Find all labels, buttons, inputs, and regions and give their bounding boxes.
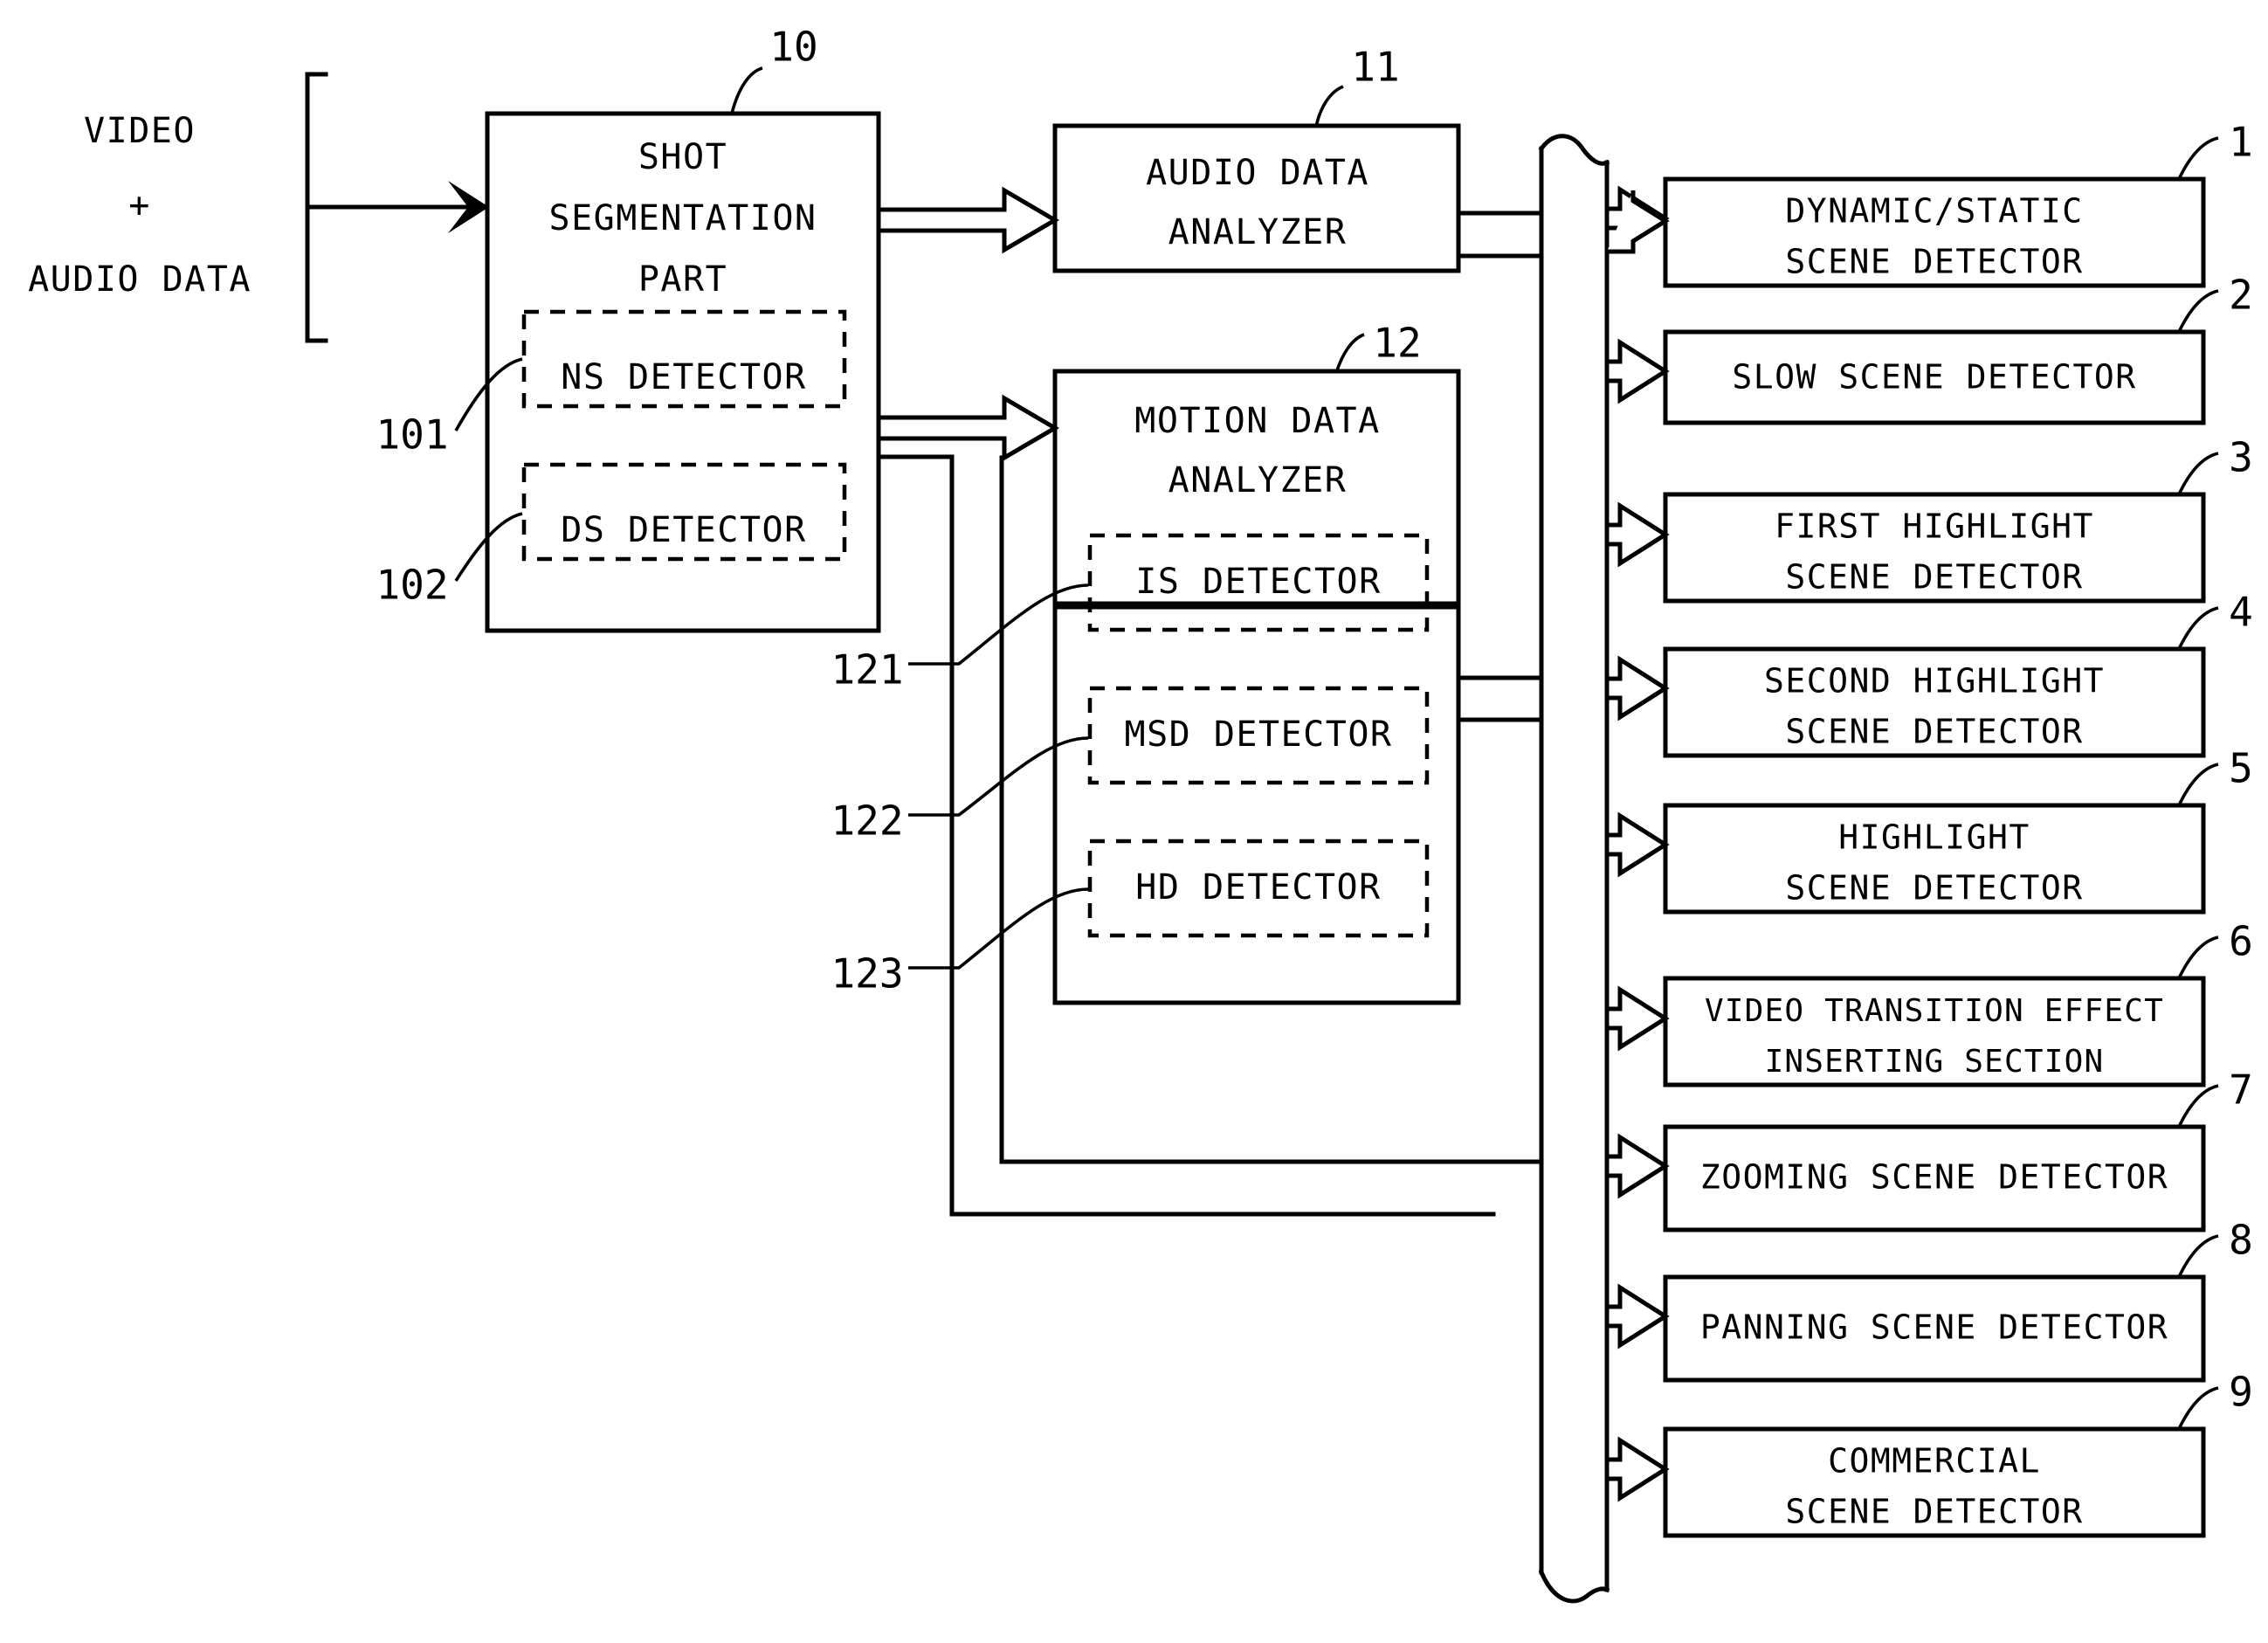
motion-data-analyzer-box bbox=[1052, 369, 1461, 606]
dynamic-static-scene-detector-box bbox=[1663, 176, 2206, 288]
arrow-shotseg-to-motion bbox=[876, 394, 1059, 462]
patent-figure-canvas: VIDEO + AUDIO DATA SHOT SEGMENTATION PAR… bbox=[0, 0, 2268, 1643]
slow-scene-detector-box bbox=[1663, 329, 2206, 425]
detector-group-9 bbox=[1604, 1386, 2219, 1538]
ds-detector-box bbox=[521, 462, 847, 562]
detector-group-3 bbox=[1604, 452, 2219, 604]
detector-group-7 bbox=[1604, 1084, 2219, 1232]
ref-leader-123 bbox=[908, 887, 1089, 970]
video-transition-effect-inserting-section-box bbox=[1663, 976, 2206, 1087]
arrow-shotseg-to-audio bbox=[876, 186, 1059, 254]
ref-leader-122 bbox=[908, 736, 1089, 817]
analyzer-output-stubs bbox=[1456, 211, 1544, 722]
highlight-scene-detector-box bbox=[1663, 803, 2206, 915]
ns-detector-box bbox=[521, 309, 847, 409]
audio-data-analyzer-box bbox=[1052, 123, 1461, 273]
ref-leader-11 bbox=[1314, 85, 1344, 128]
ref-leader-10 bbox=[730, 66, 763, 114]
detector-group-1 bbox=[1604, 136, 2219, 288]
detector-group-8 bbox=[1604, 1234, 2219, 1383]
is-detector-box bbox=[1087, 533, 1430, 632]
commercial-scene-detector-box bbox=[1663, 1426, 2206, 1538]
main-vertical-bus bbox=[1538, 134, 1610, 1604]
msd-detector-box bbox=[1087, 686, 1430, 785]
detector-group-5 bbox=[1604, 763, 2219, 915]
block-diagram-svg bbox=[305, 66, 2219, 1604]
routing-lines-left bbox=[876, 454, 1544, 1217]
motion-data-analyzer-box-lower bbox=[1052, 369, 1461, 610]
zooming-scene-detector-box bbox=[1663, 1124, 2206, 1232]
second-highlight-scene-detector-box bbox=[1663, 646, 2206, 758]
shot-segmentation-box bbox=[485, 111, 881, 633]
first-highlight-scene-detector-box bbox=[1663, 492, 2206, 604]
detector-group-2 bbox=[1604, 289, 2219, 425]
input-bracket bbox=[305, 72, 479, 343]
ref-leader-12 bbox=[1334, 333, 1365, 374]
hd-detector-box bbox=[1087, 839, 1430, 938]
detector-group-4 bbox=[1604, 606, 2219, 758]
detector-group-6 bbox=[1604, 935, 2219, 1087]
panning-scene-detector-box bbox=[1663, 1274, 2206, 1383]
ref-leader-121 bbox=[908, 583, 1089, 666]
